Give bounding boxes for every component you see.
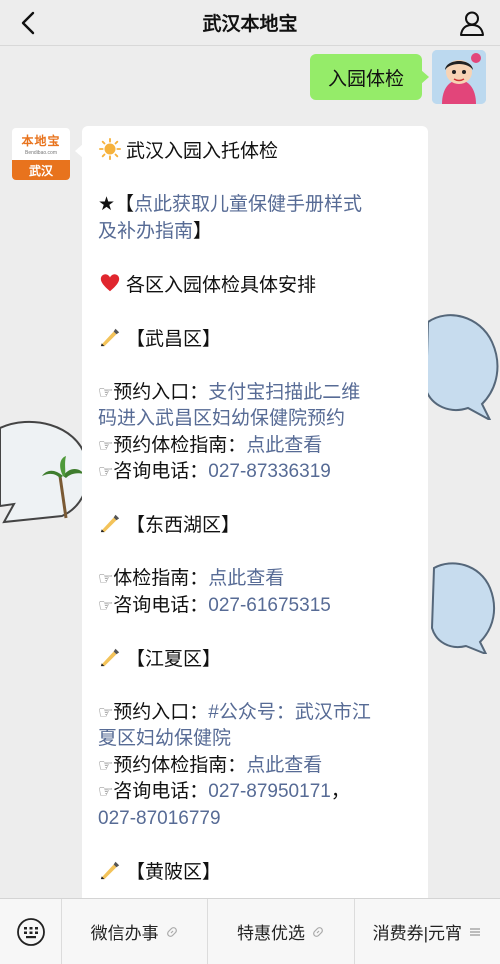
chat-area[interactable]: 入园体检 本地宝 Bendibao.com 武汉 武汉入园入托体检 ★【点此获取… bbox=[0, 46, 500, 898]
user-avatar[interactable] bbox=[432, 50, 486, 104]
wuchang-phone-link[interactable]: 027-87336319 bbox=[208, 461, 331, 482]
nav-bar: 武汉本地宝 bbox=[0, 0, 500, 46]
wuchang-booking-link[interactable]: 支付宝扫描此二维 bbox=[208, 382, 360, 403]
district-jiangxia-name: 【江夏区】 bbox=[126, 648, 222, 670]
menu-item-coupons[interactable]: 消费券|元宵 bbox=[355, 899, 500, 964]
background-bubble-right-bottom bbox=[430, 562, 496, 654]
jiangxia-guide-link[interactable]: 点此查看 bbox=[246, 755, 322, 776]
pointing-hand-icon: ☞ bbox=[98, 595, 114, 615]
handbook-line-2: 及补办指南】 bbox=[98, 219, 428, 246]
user-message-text: 入园体检 bbox=[327, 68, 404, 90]
pointing-hand-icon: ☞ bbox=[98, 435, 114, 455]
jiangxia-guide-label: 预约体检指南： bbox=[113, 754, 247, 776]
jiangxia-phone-link-1[interactable]: 027-87950171 bbox=[208, 781, 331, 802]
jiangxia-booking-link-cont[interactable]: 夏区妇幼保健院 bbox=[98, 728, 231, 749]
wuchang-phone-label: 咨询电话： bbox=[113, 461, 209, 482]
pointing-hand-icon: ☞ bbox=[98, 462, 114, 481]
district-dongxihu-name: 【东西湖区】 bbox=[126, 515, 241, 536]
districts-heading: 各区入园体检具体安排 bbox=[126, 274, 317, 296]
user-message-bubble[interactable]: 入园体检 bbox=[309, 54, 430, 100]
dongxihu-phone-label: 咨询电话： bbox=[113, 594, 209, 616]
link-icon bbox=[166, 926, 177, 937]
avatar-logo-text: 本地宝 bbox=[21, 134, 61, 148]
submenu-icon bbox=[470, 927, 481, 936]
pointing-hand-icon: ☞ bbox=[98, 782, 114, 801]
wuchang-booking-link-cont[interactable]: 码进入武昌区妇幼保健院预约 bbox=[98, 408, 345, 429]
wuchang-guide-link[interactable]: 点此查看 bbox=[246, 435, 322, 456]
dongxihu-guide-label: 体检指南： bbox=[113, 568, 209, 589]
handbook-link[interactable]: 点此获取儿童保健手册样式 bbox=[134, 194, 362, 215]
avatar-domain-text: Bendibao.com bbox=[25, 150, 57, 156]
keyboard-toggle-button[interactable] bbox=[0, 898, 62, 964]
handbook-prefix: ★【 bbox=[98, 194, 135, 215]
district-dongxihu-heading: 【东西湖区】 bbox=[98, 512, 428, 540]
handbook-line-1: ★【点此获取儿童保健手册样式 bbox=[98, 192, 428, 219]
chat-title: 武汉本地宝 bbox=[202, 14, 298, 35]
jiangxia-booking-label: 预约入口： bbox=[113, 701, 209, 723]
district-jiangxia-heading: 【江夏区】 bbox=[98, 646, 428, 674]
pointing-hand-icon: ☞ bbox=[98, 702, 114, 722]
menu-item-label: 特惠优选 bbox=[236, 924, 305, 943]
sun-icon bbox=[99, 138, 121, 160]
avatar-city-label: 武汉 bbox=[12, 160, 70, 180]
writing-hand-icon bbox=[100, 328, 120, 346]
bot-message-bubble: 武汉入园入托体检 ★【点此获取儿童保健手册样式 及补办指南】 各区入园体检具体安… bbox=[75, 126, 428, 898]
link-icon bbox=[313, 926, 323, 937]
background-bubble-right-top bbox=[424, 314, 499, 420]
district-wuchang-heading: 【武昌区】 bbox=[98, 326, 428, 354]
keyboard-icon bbox=[16, 917, 45, 946]
menu-item-label: 消费券|元宵 bbox=[372, 924, 463, 943]
pointing-hand-icon: ☞ bbox=[98, 382, 114, 402]
article-title-line: 武汉入园入托体检 bbox=[98, 138, 428, 166]
jiangxia-phone-link-2[interactable]: 027-87016779 bbox=[98, 808, 221, 829]
menu-item-special-offers[interactable]: 特惠优选 bbox=[208, 898, 355, 964]
jiangxia-booking-link[interactable]: #公众号：武汉市江 bbox=[208, 702, 371, 723]
districts-heading-line: 各区入园体检具体安排 bbox=[98, 272, 428, 300]
dongxihu-guide-link[interactable]: 点此查看 bbox=[208, 568, 284, 589]
district-huangpi-name: 【黄陂区】 bbox=[126, 861, 222, 883]
pointing-hand-icon: ☞ bbox=[98, 755, 114, 775]
writing-hand-icon bbox=[100, 514, 120, 533]
jiangxia-phone-separator: ， bbox=[330, 781, 350, 802]
bottom-menu-bar: 微信办事 特惠优选 消费券|元宵 bbox=[0, 898, 500, 964]
official-account-avatar[interactable]: 本地宝 Bendibao.com 武汉 bbox=[12, 128, 70, 180]
menu-item-label: 微信办事 bbox=[90, 924, 159, 943]
jiangxia-phone-label: 咨询电话： bbox=[113, 781, 209, 802]
heart-icon bbox=[100, 273, 120, 291]
pointing-hand-icon: ☞ bbox=[98, 569, 114, 588]
district-huangpi-heading: 【黄陂区】 bbox=[98, 859, 428, 887]
writing-hand-icon bbox=[100, 861, 120, 879]
back-icon[interactable] bbox=[14, 9, 42, 37]
background-bubble-left bbox=[0, 420, 89, 524]
handbook-link-cont[interactable]: 及补办指南 bbox=[98, 221, 193, 242]
article-title: 武汉入园入托体检 bbox=[126, 141, 279, 162]
dongxihu-phone-link[interactable]: 027-61675315 bbox=[208, 595, 331, 616]
writing-hand-icon bbox=[100, 648, 120, 666]
wuchang-guide-label: 预约体检指南： bbox=[113, 434, 247, 456]
profile-icon[interactable] bbox=[456, 7, 488, 39]
menu-item-wechat-services[interactable]: 微信办事 bbox=[62, 898, 209, 964]
district-wuchang-name: 【武昌区】 bbox=[126, 328, 222, 350]
wuchang-booking-label: 预约入口： bbox=[113, 381, 209, 403]
handbook-suffix: 】 bbox=[193, 220, 213, 242]
